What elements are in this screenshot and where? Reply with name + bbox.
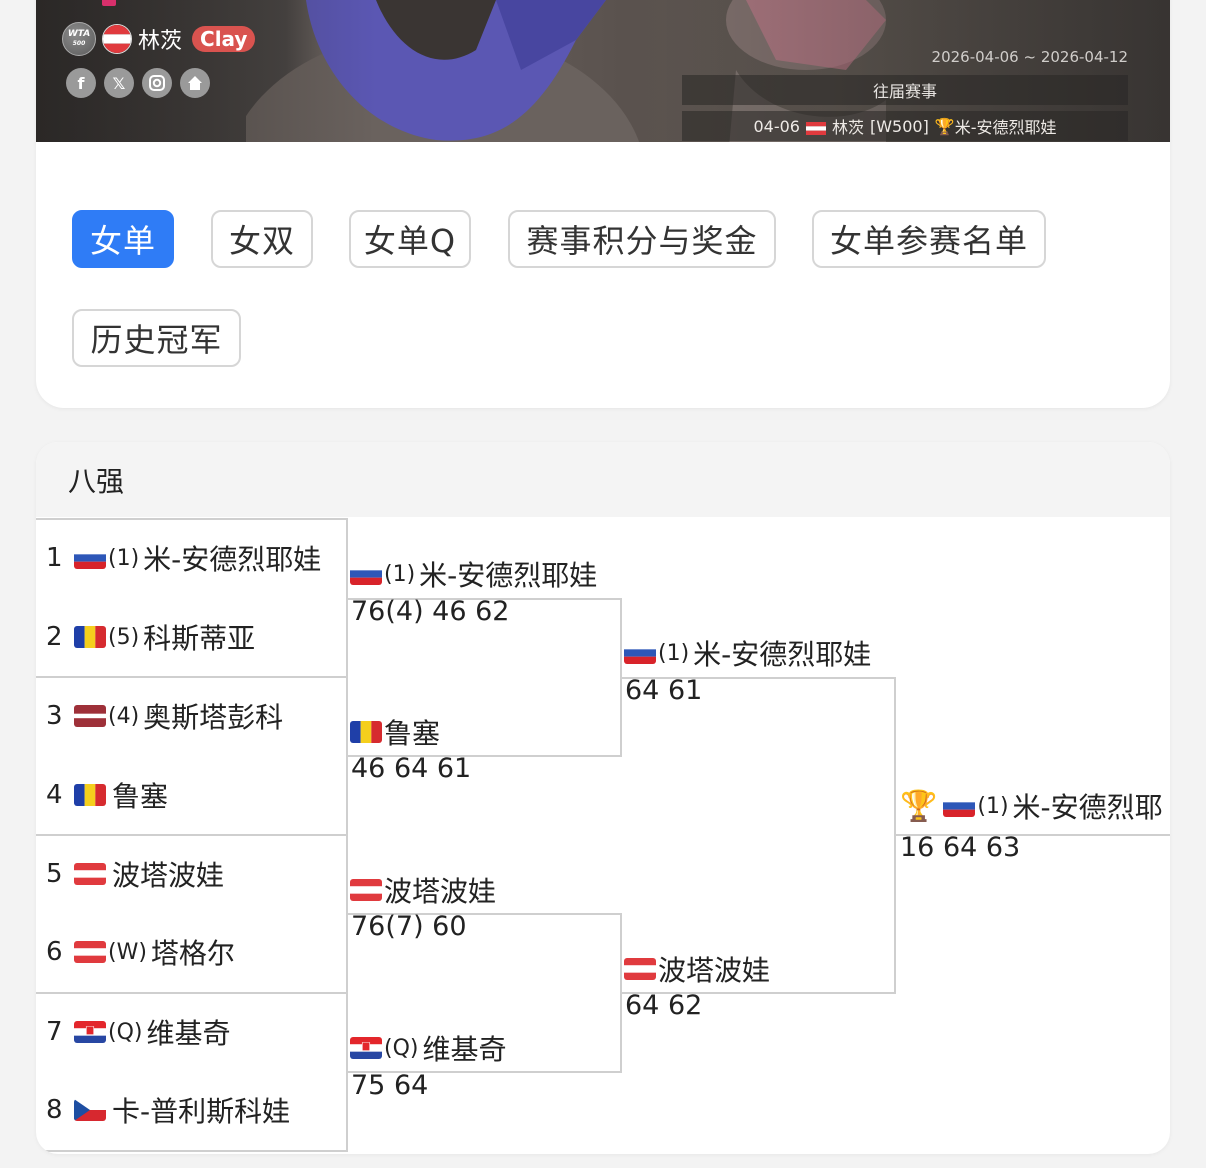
past-tournament-row[interactable]: 04-06 林茨 [W500] 🏆 米-安德烈耶娃 xyxy=(682,111,1128,141)
player-name: 米-安德烈耶娃 xyxy=(693,638,872,671)
tournament-header-card: WTA 500 林茨 Clay f 𝕏 2026-04-06 ~ 2026-04-… xyxy=(36,0,1170,408)
austria-flag-icon xyxy=(74,863,106,885)
draw-slot-5[interactable]: 5 波塔波娃 xyxy=(46,854,224,894)
champion-slot[interactable]: 🏆 (1) 米-安德烈耶 xyxy=(900,786,1163,826)
semifinal-slot-1[interactable]: (1) 米-安德烈耶娃 xyxy=(350,554,597,594)
player-name: 米-安德烈耶娃 xyxy=(419,559,598,592)
tournament-banner: WTA 500 林茨 Clay f 𝕏 2026-04-06 ~ 2026-04-… xyxy=(36,0,1170,142)
match-score: 75 64 xyxy=(351,1070,429,1101)
player-name: 塔格尔 xyxy=(150,937,235,970)
romania-flag-icon xyxy=(74,626,106,648)
trophy-icon: 🏆 xyxy=(900,788,938,824)
draw-slot-6[interactable]: 6 (W) 塔格尔 xyxy=(46,932,235,972)
austria-flag-icon xyxy=(350,879,382,901)
croatia-flag-icon xyxy=(350,1037,382,1059)
semifinal-slot-4[interactable]: (Q) 维基奇 xyxy=(350,1028,507,1068)
instagram-icon[interactable] xyxy=(142,68,172,98)
czech-flag-icon xyxy=(74,1099,106,1121)
russia-flag-icon xyxy=(624,642,656,664)
x-icon[interactable]: 𝕏 xyxy=(104,68,134,98)
home-icon[interactable] xyxy=(180,68,210,98)
player-name: 波塔波娃 xyxy=(384,875,497,908)
match-score: 46 64 61 xyxy=(351,753,472,784)
player-name: 鲁塞 xyxy=(384,717,441,750)
romania-flag-icon xyxy=(350,721,382,743)
russia-flag-icon xyxy=(350,563,382,585)
surface-badge: Clay xyxy=(192,26,256,52)
tab-past-champions[interactable]: 历史冠军 xyxy=(72,309,241,367)
match-score: 64 62 xyxy=(625,990,703,1021)
tab-womens-singles-qualifying[interactable]: 女单Q xyxy=(349,210,471,268)
player-name: 波塔波娃 xyxy=(658,954,771,987)
tab-points-and-prize-money[interactable]: 赛事积分与奖金 xyxy=(508,210,776,268)
player-name: 维基奇 xyxy=(146,1017,231,1050)
round-title: 八强 xyxy=(36,442,1170,517)
trophy-icon: 🏆 xyxy=(934,116,955,136)
match-score: 16 64 63 xyxy=(900,832,1021,863)
austria-flag-icon xyxy=(624,958,656,980)
tournament-city: 林茨 xyxy=(138,29,183,54)
player-name: 卡-普利斯科娃 xyxy=(112,1095,291,1128)
tab-womens-doubles[interactable]: 女双 xyxy=(211,210,313,268)
austria-flag-icon xyxy=(74,941,106,963)
tab-womens-singles[interactable]: 女单 xyxy=(72,210,174,268)
player-name: 维基奇 xyxy=(422,1033,507,1066)
past-tournaments-title: 往届赛事 xyxy=(682,75,1128,105)
semifinal-slot-2[interactable]: 鲁塞 xyxy=(350,712,440,752)
player-name: 奥斯塔彭科 xyxy=(143,701,284,734)
draw-slot-1[interactable]: 1 (1) 米-安德烈耶娃 xyxy=(46,538,321,578)
austria-flag-icon xyxy=(102,24,132,54)
semifinal-slot-3[interactable]: 波塔波娃 xyxy=(350,870,496,910)
croatia-flag-icon xyxy=(74,1021,106,1043)
category-tag xyxy=(102,0,116,6)
draw-slot-3[interactable]: 3 (4) 奥斯塔彭科 xyxy=(46,696,283,736)
draw-slot-4[interactable]: 4 鲁塞 xyxy=(46,775,168,815)
draw-slot-7[interactable]: 7 (Q) 维基奇 xyxy=(46,1012,231,1052)
draw-slot-2[interactable]: 2 (5) 科斯蒂亚 xyxy=(46,617,255,657)
facebook-icon[interactable]: f xyxy=(66,68,96,98)
player-name: 科斯蒂亚 xyxy=(143,622,256,655)
final-slot-1[interactable]: (1) 米-安德烈耶娃 xyxy=(624,633,871,673)
player-name: 鲁塞 xyxy=(112,780,169,813)
latvia-flag-icon xyxy=(74,705,106,727)
austria-flag-icon xyxy=(805,120,826,135)
russia-flag-icon xyxy=(943,795,976,817)
tournament-dates: 2026-04-06 ~ 2026-04-12 xyxy=(931,48,1128,66)
wta-500-logo: WTA 500 xyxy=(62,22,96,56)
player-name: 米-安德烈耶 xyxy=(1012,791,1163,824)
player-name: 米-安德烈耶娃 xyxy=(143,543,322,576)
romania-flag-icon xyxy=(74,784,106,806)
match-score: 76(4) 46 62 xyxy=(351,596,510,627)
match-score: 64 61 xyxy=(625,675,703,706)
draw-bracket-card: 八强 1 (1) 米-安德烈耶娃 2 (5) 科斯蒂亚 3 (4) 奥斯塔彭科 … xyxy=(36,442,1170,1154)
match-score: 76(7) 60 xyxy=(351,911,467,942)
past-tournaments-panel: 往届赛事 04-06 林茨 [W500] 🏆 米-安德烈耶娃 xyxy=(682,75,1128,141)
player-name: 波塔波娃 xyxy=(112,859,225,892)
final-slot-2[interactable]: 波塔波娃 xyxy=(624,949,770,989)
russia-flag-icon xyxy=(74,547,106,569)
tab-entry-list[interactable]: 女单参赛名单 xyxy=(812,210,1046,268)
draw-slot-8[interactable]: 8 卡-普利斯科娃 xyxy=(46,1090,290,1130)
